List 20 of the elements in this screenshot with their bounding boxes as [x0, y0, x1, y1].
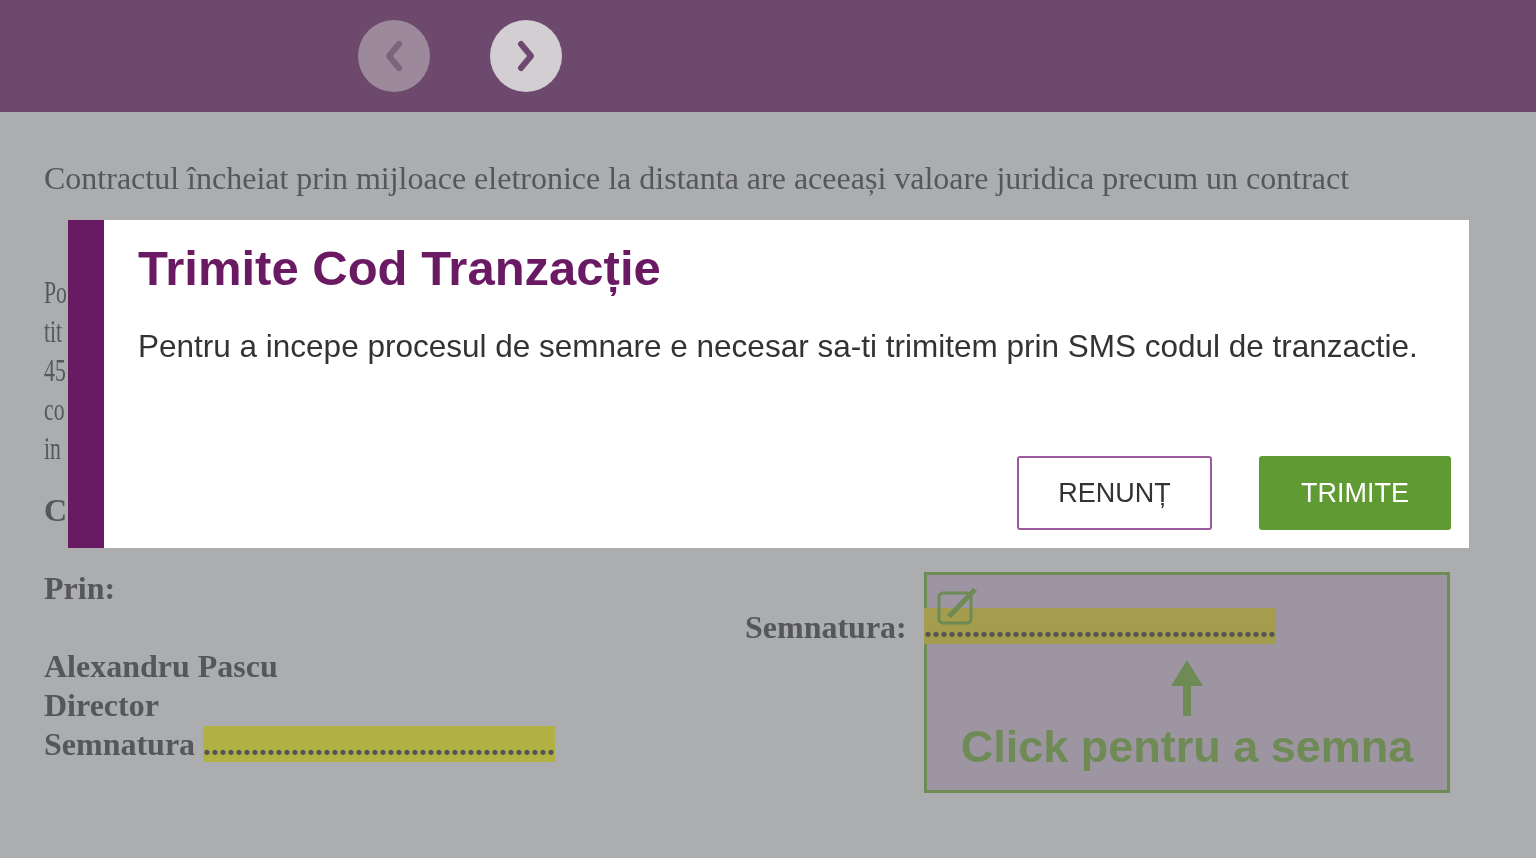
up-arrow-icon	[1170, 660, 1204, 716]
modal-title: Trimite Cod Tranzacție	[138, 240, 662, 298]
paragraph-line: Po	[44, 273, 67, 312]
signature-label: Semnatura	[44, 726, 197, 762]
cancel-button[interactable]: RENUNȚ	[1017, 456, 1212, 530]
send-button[interactable]: TRIMITE	[1259, 456, 1451, 530]
modal-message: Pentru a incepe procesul de semnare e necesar sa-ti trimitem prin SMS codul de tranzactie.	[138, 327, 1419, 366]
company-line: C	[44, 491, 68, 530]
sign-hint: Click pentru a semna	[960, 722, 1414, 772]
signer-line: Alexandru Pascu	[44, 647, 278, 686]
paragraph-line: Contractul încheiat prin mijloace eletronice la distanta are aceeași valoare juridica precum un contract	[44, 159, 1350, 198]
paragraph-line: tit	[44, 312, 63, 351]
company-line: Prin:	[44, 569, 116, 608]
paragraph-line: 45	[44, 351, 66, 390]
paragraph-line: in	[44, 429, 61, 468]
pen-icon	[937, 585, 979, 625]
signature-label: Semnatura:	[745, 609, 907, 645]
sign-area[interactable]: ............................................ Click pentru a semna	[924, 572, 1450, 793]
signer-line: Director	[44, 686, 159, 725]
paragraph-line: co	[44, 390, 65, 429]
